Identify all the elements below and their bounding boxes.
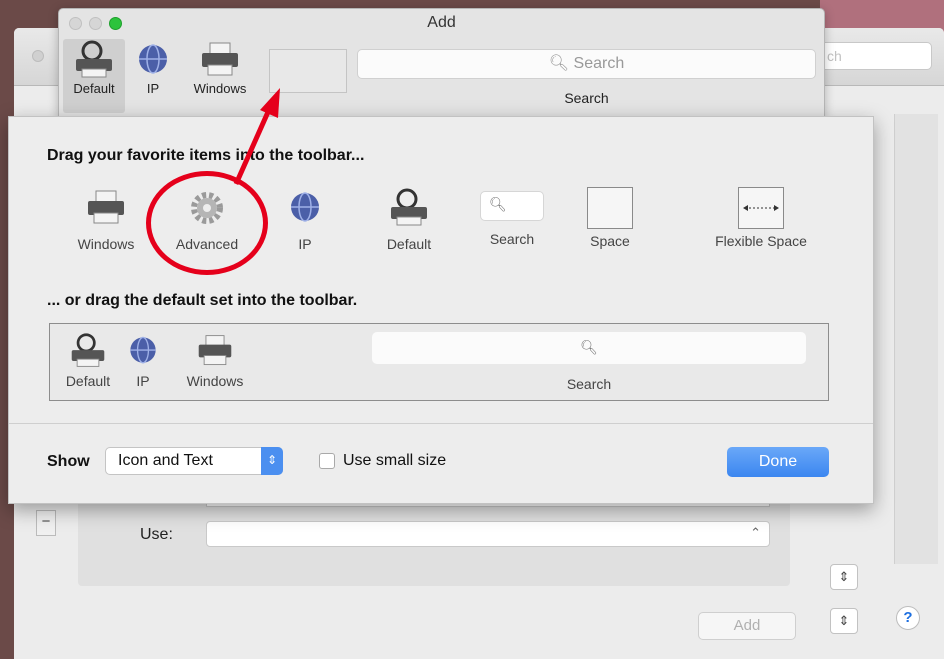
- annotation-arrow-icon: [233, 88, 280, 186]
